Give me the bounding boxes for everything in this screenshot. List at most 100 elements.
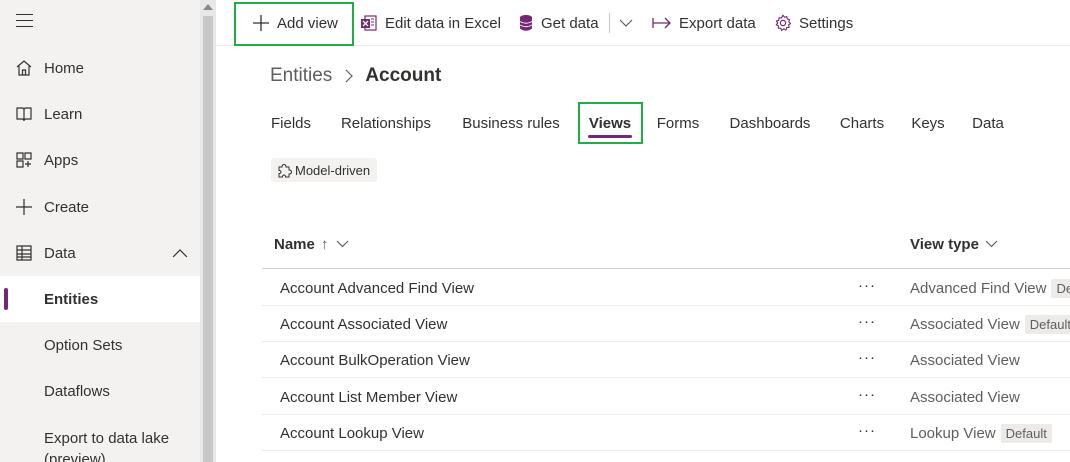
tab-label: Relationships [340, 114, 432, 132]
nav-item-label: Apps [44, 151, 79, 169]
nav-item-label: Dataflows [44, 382, 110, 400]
more-options-button[interactable]: ··· [856, 270, 878, 300]
tab-data[interactable]: Data [964, 104, 1012, 142]
nav-item-label: Entities [44, 290, 99, 308]
view-name[interactable]: Account Associated View [280, 306, 447, 342]
table-row[interactable]: Account BulkOperation View ··· Associate… [262, 342, 1070, 378]
add-view-label: Add view [277, 14, 338, 32]
more-options-button[interactable]: ··· [856, 379, 878, 409]
nav-item-export-to-data-lake[interactable]: Export to data lake (preview) [0, 418, 200, 462]
get-data-button[interactable]: Get data [518, 0, 599, 46]
view-type-label: Advanced Find View [910, 279, 1047, 297]
apps-icon [0, 151, 44, 169]
nav-item-entities[interactable]: Entities [0, 276, 200, 322]
tab-label: Keys [911, 114, 945, 132]
more-options-button[interactable]: ··· [856, 342, 878, 372]
nav-item-learn[interactable]: Learn [0, 93, 200, 135]
export-data-label: Export data [679, 14, 756, 32]
nav-item-option-sets[interactable]: Option Sets [0, 322, 200, 368]
view-type-cell: Lookup View Default [910, 415, 1052, 451]
chip-label: Model-driven [295, 162, 371, 178]
page-title: Account [365, 65, 442, 86]
plus-icon [252, 14, 270, 32]
home-icon [0, 59, 44, 77]
column-header-label: Name [274, 235, 315, 253]
view-name[interactable]: Account List Member View [280, 379, 457, 415]
highlight-box [578, 102, 643, 144]
tab-label: Dashboards [729, 114, 811, 132]
nav-item-apps[interactable]: Apps [0, 139, 200, 181]
breadcrumb: Entities Account [270, 64, 441, 88]
edit-data-in-excel-button[interactable]: Edit data in Excel [360, 0, 501, 46]
view-type-cell: Associated View [910, 342, 1020, 378]
column-header-label: View type [910, 235, 979, 253]
edit-data-in-excel-label: Edit data in Excel [385, 14, 501, 32]
view-name[interactable]: Account BulkOperation View [280, 342, 470, 378]
tab-relationships[interactable]: Relationships [328, 104, 444, 142]
default-badge: Default [1000, 423, 1052, 443]
export-data-button[interactable]: Export data [652, 0, 756, 46]
tab-label: Forms [656, 114, 700, 132]
more-options-button[interactable]: ··· [856, 415, 878, 445]
nav-item-create[interactable]: Create [0, 186, 200, 228]
get-data-label: Get data [541, 14, 599, 32]
nav-item-label: Home [44, 59, 85, 77]
table-row[interactable]: Account Lookup View ··· Lookup View Defa… [262, 415, 1070, 451]
settings-button[interactable]: Settings [774, 0, 853, 46]
chevron-down-icon [336, 240, 349, 248]
tab-label: Fields [270, 114, 311, 132]
model-driven-tag: Model-driven [271, 158, 378, 182]
tab-label: Business rules [462, 114, 560, 132]
view-type-cell: Associated View [910, 379, 1020, 415]
nav-item-label: Export to data lake (preview) [44, 430, 170, 462]
tab-label: Charts [839, 114, 885, 132]
view-name[interactable]: Account Advanced Find View [280, 270, 474, 306]
scroll-up-arrow-icon[interactable] [203, 4, 213, 10]
sort-ascending-icon: ↑ [320, 235, 329, 253]
view-type-label: Associated View [910, 315, 1020, 333]
nav-item-label: Create [44, 198, 90, 216]
add-view-button[interactable]: Add view [252, 0, 338, 46]
hamburger-menu-icon[interactable] [16, 14, 33, 28]
nav-item-label: Option Sets [44, 336, 123, 354]
tab-fields[interactable]: Fields [262, 104, 320, 142]
table-row[interactable]: Account List Member View ··· Associated … [262, 379, 1070, 415]
view-type-cell: Advanced Find View De [910, 270, 1070, 306]
settings-label: Settings [799, 14, 854, 32]
breadcrumb-entities-link[interactable]: Entities [270, 65, 332, 87]
tab-business-rules[interactable]: Business rules [454, 104, 568, 142]
puzzle-icon [277, 163, 292, 178]
scrollbar-thumb[interactable] [203, 16, 213, 462]
chevron-up-icon[interactable] [160, 248, 200, 258]
nav-item-home[interactable]: Home [0, 47, 200, 89]
tab-keys[interactable]: Keys [904, 104, 952, 142]
table-row[interactable]: Account Advanced Find View ··· Advanced … [262, 270, 1070, 306]
nav-item-dataflows[interactable]: Dataflows [0, 368, 200, 414]
more-options-button[interactable]: ··· [856, 306, 878, 336]
tab-charts[interactable]: Charts [832, 104, 892, 142]
left-navigation: Home Learn Apps Create Data Entities Opt… [0, 0, 200, 462]
tab-forms[interactable]: Forms [650, 104, 706, 142]
excel-icon [360, 14, 378, 32]
view-name[interactable]: Account Lookup View [280, 415, 424, 451]
table-row[interactable]: Account Associated View ··· Associated V… [262, 306, 1070, 342]
sidebar-scrollbar[interactable] [200, 0, 216, 462]
view-type-label: Lookup View [910, 424, 996, 442]
get-data-dropdown-button[interactable] [618, 0, 634, 46]
nav-item-data[interactable]: Data [0, 232, 200, 274]
tab-dashboards[interactable]: Dashboards [720, 104, 820, 142]
plus-icon [0, 198, 44, 216]
view-type-cell: Associated View Default [910, 306, 1070, 342]
column-header-name[interactable]: Name ↑ [274, 224, 349, 264]
command-bar: Add view Edit data in Excel Get data Exp… [216, 0, 1070, 46]
column-header-view-type[interactable]: View type [910, 224, 998, 264]
chevron-right-icon [344, 69, 354, 83]
chevron-down-icon [985, 240, 998, 248]
default-badge: De [1051, 278, 1070, 298]
default-badge: Default [1024, 314, 1070, 334]
nav-item-label: Data [44, 244, 76, 262]
gear-icon [774, 14, 792, 32]
nav-item-label: Learn [44, 105, 83, 123]
chevron-down-icon [618, 18, 634, 28]
export-arrow-icon [652, 16, 672, 30]
